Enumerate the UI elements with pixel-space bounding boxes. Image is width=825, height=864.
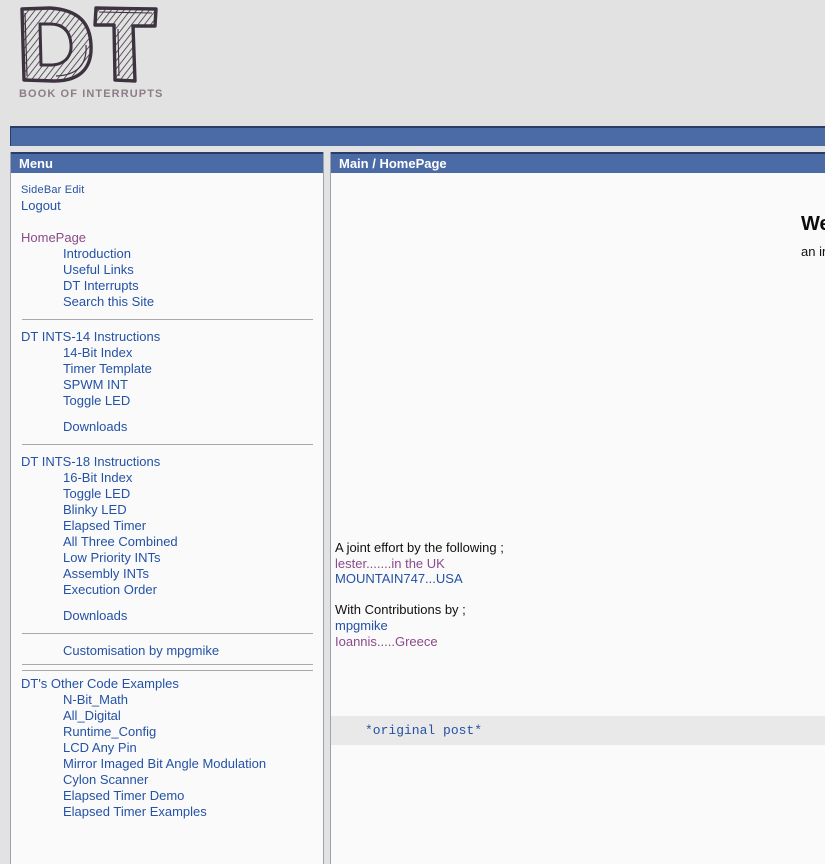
sidebar-section-homepage[interactable]: HomePage: [21, 230, 317, 246]
main-header-breadcrumb: Main / HomePage: [331, 152, 825, 173]
sidebar-divider: [22, 633, 313, 634]
dt-logo-icon: [14, 4, 164, 84]
sidebar-item-14-bit-index[interactable]: 14-Bit Index: [21, 345, 317, 361]
sidebar-item-downloads-18[interactable]: Downloads: [21, 608, 317, 624]
main-body: Welcome to an index of Da A joint effort…: [331, 213, 825, 745]
joint-effort-label: A joint effort by the following ;: [335, 540, 504, 555]
logo-subtitle: BOOK OF INTERRUPTS: [19, 88, 164, 100]
sidebar-item-sidebar-edit[interactable]: SideBar Edit: [21, 182, 317, 198]
sidebar-item-n-bit-math[interactable]: N-Bit_Math: [21, 692, 317, 708]
credit-link-ioannis[interactable]: Ioannis.....Greece: [335, 634, 504, 650]
sidebar-item-logout[interactable]: Logout: [21, 198, 317, 214]
sidebar-item-runtime-config[interactable]: Runtime_Config: [21, 724, 317, 740]
sidebar-item-all-three-combined[interactable]: All Three Combined: [21, 534, 317, 550]
sidebar-divider: [22, 319, 313, 320]
sidebar-item-customisation-by-mpgmike[interactable]: Customisation by mpgmike: [21, 643, 317, 659]
sidebar-item-all-digital[interactable]: All_Digital: [21, 708, 317, 724]
sidebar-body: SideBar Edit Logout HomePage Introductio…: [11, 173, 323, 820]
sidebar-divider: [22, 444, 313, 445]
contributions-label: With Contributions by ;: [335, 602, 466, 618]
sidebar-item-execution-order[interactable]: Execution Order: [21, 582, 317, 598]
sidebar-header: Menu: [11, 152, 323, 173]
sidebar-item-low-priority-ints[interactable]: Low Priority INTs: [21, 550, 317, 566]
sidebar-section-other-code-examples[interactable]: DT's Other Code Examples: [21, 676, 317, 692]
site-logo-header: BOOK OF INTERRUPTS: [0, 0, 825, 118]
sidebar-item-elapsed-timer-demo[interactable]: Elapsed Timer Demo: [21, 788, 317, 804]
original-post-code-block: *original post*: [331, 716, 825, 745]
sidebar-item-assembly-ints[interactable]: Assembly INTs: [21, 566, 317, 582]
page-title: Welcome to: [801, 213, 825, 235]
sidebar-item-downloads-14[interactable]: Downloads: [21, 419, 317, 435]
sidebar-item-mirror-imaged-bam[interactable]: Mirror Imaged Bit Angle Modulation: [21, 756, 317, 772]
sidebar-item-search-this-site[interactable]: Search this Site: [21, 294, 317, 310]
credit-link-mountain747[interactable]: MOUNTAIN747...USA: [335, 571, 504, 587]
sidebar-item-useful-links[interactable]: Useful Links: [21, 262, 317, 278]
sidebar-section-dt-ints-14[interactable]: DT INTS-14 Instructions: [21, 329, 317, 345]
sidebar-item-elapsed-timer[interactable]: Elapsed Timer: [21, 518, 317, 534]
sidebar-item-cylon-scanner[interactable]: Cylon Scanner: [21, 772, 317, 788]
sidebar-divider: [22, 664, 313, 665]
credits-spacer: [335, 587, 504, 603]
sidebar-item-timer-template[interactable]: Timer Template: [21, 361, 317, 377]
top-navigation-bar: [10, 126, 825, 146]
credit-link-lester[interactable]: lester.......in the UK: [335, 556, 504, 572]
sidebar-item-spwm-int[interactable]: SPWM INT: [21, 377, 317, 393]
credit-link-mpgmike[interactable]: mpgmike: [335, 618, 504, 634]
sidebar-item-16-bit-index[interactable]: 16-Bit Index: [21, 470, 317, 486]
sidebar-item-introduction[interactable]: Introduction: [21, 246, 317, 262]
credits-block: A joint effort by the following ; lester…: [335, 540, 504, 649]
sidebar-item-dt-interrupts[interactable]: DT Interrupts: [21, 278, 317, 294]
sidebar-panel: Menu SideBar Edit Logout HomePage Introd…: [10, 152, 324, 864]
sidebar-divider: [22, 670, 313, 671]
sidebar-item-toggle-led-14[interactable]: Toggle LED: [21, 393, 317, 409]
page-subtitle-text: an index of: [801, 244, 825, 259]
sidebar-item-elapsed-timer-examples[interactable]: Elapsed Timer Examples: [21, 804, 317, 820]
sidebar-section-dt-ints-18[interactable]: DT INTS-18 Instructions: [21, 454, 317, 470]
sidebar-item-toggle-led-18[interactable]: Toggle LED: [21, 486, 317, 502]
main-content-panel: Main / HomePage Welcome to an index of D…: [330, 152, 825, 864]
sidebar-item-blinky-led[interactable]: Blinky LED: [21, 502, 317, 518]
sidebar-item-lcd-any-pin[interactable]: LCD Any Pin: [21, 740, 317, 756]
page-subtitle: an index of Da: [331, 244, 825, 259]
